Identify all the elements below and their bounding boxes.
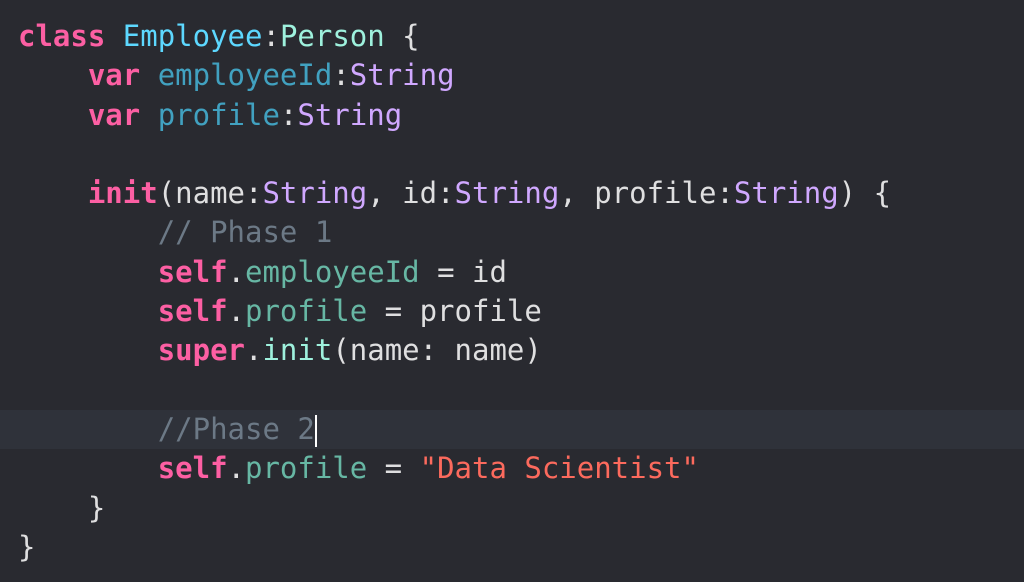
code-token-kw: init xyxy=(87,176,158,211)
code-token-plain: : xyxy=(332,58,350,93)
code-token-plain: = profile xyxy=(367,294,542,329)
code-line[interactable]: // Phase 1 xyxy=(0,213,1024,252)
code-token-propdecl: profile xyxy=(157,97,280,132)
code-line[interactable]: class Employee:Person { xyxy=(0,17,1024,56)
code-token-func: init xyxy=(262,333,333,368)
code-token-type: String xyxy=(349,58,455,93)
code-token-plain: . xyxy=(227,254,245,289)
code-token-plain: { xyxy=(384,19,420,53)
code-token-plain: . xyxy=(227,294,245,329)
code-token-str: "Data Scientist" xyxy=(419,451,699,486)
code-token-kw: class xyxy=(18,19,106,53)
code-token-kw: self xyxy=(157,294,228,329)
code-line[interactable]: self.profile = profile xyxy=(0,292,1024,331)
code-token-plain: , profile: xyxy=(559,176,734,211)
code-token-plain: , id: xyxy=(367,176,455,211)
code-line[interactable]: super.init(name: name) xyxy=(0,331,1024,370)
code-line[interactable]: } xyxy=(0,528,1024,567)
code-line[interactable] xyxy=(0,135,1024,174)
code-token-plain: (name: name) xyxy=(332,333,542,368)
code-line[interactable]: self.employeeId = id xyxy=(0,253,1024,292)
code-token-comment: // Phase 1 xyxy=(157,215,333,250)
code-token-type: String xyxy=(262,176,368,211)
code-token-plain: } xyxy=(18,490,106,525)
code-token-type: String xyxy=(454,176,560,211)
code-token-plain: ) { xyxy=(838,176,892,211)
code-token-type: String xyxy=(733,176,839,211)
text-cursor xyxy=(314,414,317,447)
code-token-kw: var xyxy=(87,97,141,132)
code-line[interactable] xyxy=(0,371,1024,410)
code-token-plain: = xyxy=(367,451,420,486)
code-line[interactable]: init(name:String, id:String, profile:Str… xyxy=(0,174,1024,213)
code-token-typedecl: Employee xyxy=(122,19,263,53)
code-token-plain: : xyxy=(262,19,280,53)
code-token-plain: = id xyxy=(419,254,507,289)
code-line[interactable]: self.profile = "Data Scientist" xyxy=(0,449,1024,488)
code-token-member: profile xyxy=(245,451,368,486)
code-line[interactable]: var employeeId:String xyxy=(0,56,1024,95)
code-token-plain: } xyxy=(18,529,36,564)
code-line-current[interactable]: //Phase 2 xyxy=(0,409,1024,450)
code-token-kw: super xyxy=(157,333,245,368)
code-token-comment: //Phase 2 xyxy=(157,411,315,446)
code-token-plain: : xyxy=(279,97,298,132)
code-token-propdecl: employeeId xyxy=(157,58,333,93)
code-token-member: profile xyxy=(245,294,368,329)
code-token-plain: (name: xyxy=(157,176,263,211)
code-line[interactable]: var profile:String xyxy=(0,96,1024,135)
code-token-type: String xyxy=(297,97,403,132)
code-editor[interactable]: class Employee:Person { var employeeId:S… xyxy=(0,17,1024,567)
code-line[interactable]: } xyxy=(0,489,1024,528)
code-token-plain: . xyxy=(227,451,245,486)
code-token-member: employeeId xyxy=(245,254,420,289)
code-token-plain: . xyxy=(245,333,263,368)
code-token-kw: self xyxy=(157,254,228,289)
code-token-typeother: Person xyxy=(279,19,385,53)
code-token-kw: var xyxy=(87,58,141,93)
code-token-kw: self xyxy=(157,451,228,486)
